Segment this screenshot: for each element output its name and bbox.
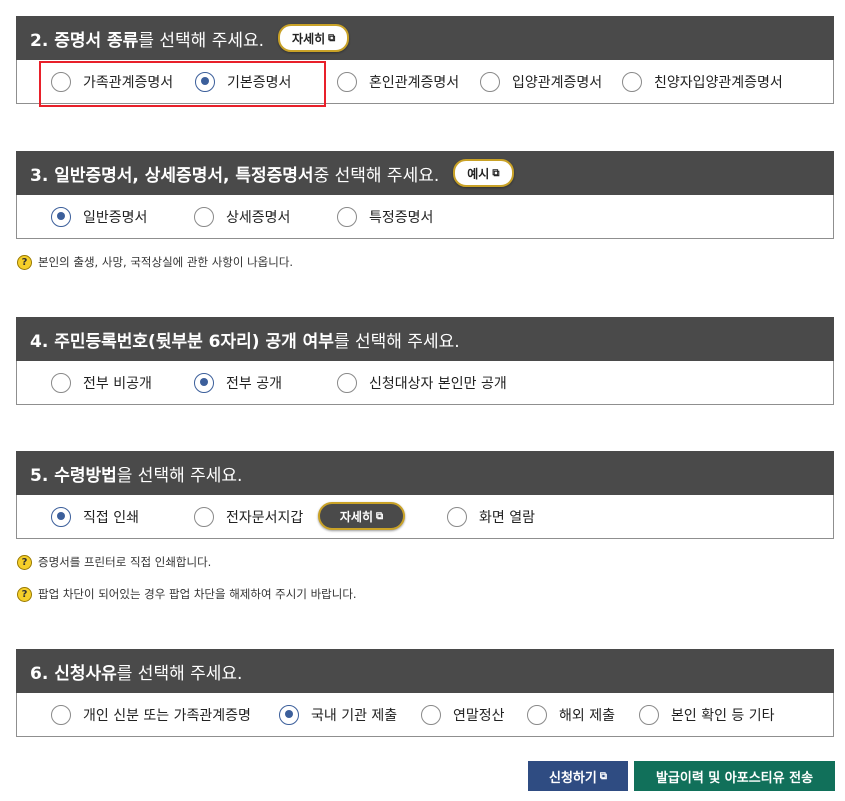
radio-button[interactable] — [51, 206, 71, 227]
details-button-label: 자세히 — [292, 31, 326, 46]
option-full-adoption[interactable]: 친양자입양관계증명서 — [622, 60, 783, 103]
section-header: 3. 일반증명서, 상세증명서, 특정증명서 중 선택해 주세요. 예시 ⧉ — [16, 151, 834, 195]
section-header: 5. 수령방법 을 선택해 주세요. — [16, 451, 834, 495]
option-domestic-institution[interactable]: 국내 기관 제출 — [279, 693, 397, 736]
radio-button[interactable] — [194, 206, 214, 227]
option-adoption[interactable]: 입양관계증명서 — [480, 60, 602, 103]
option-other[interactable]: 본인 확인 등 기타 — [639, 693, 775, 736]
section-title-suffix: 를 선택해 주세요. — [116, 663, 243, 684]
section-reason: 6. 신청사유 를 선택해 주세요. 개인 신분 또는 가족관계증명 국내 기관 … — [16, 649, 834, 737]
section-title: 2. 증명서 종류 — [30, 30, 139, 51]
option-identity-family[interactable]: 개인 신분 또는 가족관계증명 — [51, 693, 251, 736]
radio-button[interactable] — [194, 372, 214, 393]
option-group: 일반증명서 상세증명서 특정증명서 — [16, 195, 834, 239]
option-label: 개인 신분 또는 가족관계증명 — [83, 707, 251, 724]
option-specific[interactable]: 특정증명서 — [337, 195, 433, 238]
radio-button[interactable] — [447, 506, 467, 527]
option-detailed[interactable]: 상세증명서 — [194, 195, 290, 238]
details-button-label: 자세히 — [339, 509, 373, 524]
radio-button[interactable] — [639, 704, 659, 725]
section-header: 6. 신청사유 를 선택해 주세요. — [16, 649, 834, 693]
option-label: 직접 인쇄 — [83, 509, 139, 526]
option-label: 상세증명서 — [226, 209, 291, 226]
option-label: 국내 기관 제출 — [311, 707, 398, 724]
section-title-suffix: 를 선택해 주세요. — [138, 30, 265, 51]
apply-button[interactable]: 신청하기 ⧉ — [528, 761, 628, 791]
option-marriage[interactable]: 혼인관계증명서 — [337, 60, 459, 103]
section-title: 4. 주민등록번호(뒷부분 6자리) 공개 여부 — [30, 331, 334, 352]
option-all-private[interactable]: 전부 비공개 — [51, 361, 152, 404]
example-button[interactable]: 예시 ⧉ — [453, 159, 514, 187]
option-label: 전부 공개 — [226, 375, 282, 392]
option-year-end-tax[interactable]: 연말정산 — [421, 693, 505, 736]
radio-button[interactable] — [51, 704, 71, 725]
option-label: 해외 제출 — [559, 707, 615, 724]
radio-button[interactable] — [337, 372, 357, 393]
section-title-suffix: 을 선택해 주세요. — [116, 465, 243, 486]
apply-button-label: 신청하기 — [549, 770, 597, 786]
example-button-label: 예시 — [467, 166, 490, 181]
radio-button[interactable] — [51, 506, 71, 527]
section-title: 3. 일반증명서, 상세증명서, 특정증명서 — [30, 165, 314, 186]
external-link-icon: ⧉ — [599, 770, 607, 782]
option-label: 연말정산 — [453, 707, 505, 724]
note-text: 증명서를 프린터로 직접 인쇄합니다. — [38, 555, 212, 569]
option-label: 본인 확인 등 기타 — [671, 707, 775, 724]
radio-button[interactable] — [279, 704, 299, 725]
section-header: 2. 증명서 종류 를 선택해 주세요. 자세히 ⧉ — [16, 16, 834, 60]
help-note: ? 팝업 차단이 되어있는 경우 팝업 차단을 해제하여 주시기 바랍니다. — [17, 586, 357, 602]
note-text: 본인의 출생, 사망, 국적상실에 관한 사항이 나옵니다. — [38, 255, 294, 269]
external-link-icon: ⧉ — [328, 32, 336, 44]
section-certificate-detail: 3. 일반증명서, 상세증명서, 특정증명서 중 선택해 주세요. 예시 ⧉ 일반… — [16, 151, 834, 239]
option-overseas[interactable]: 해외 제출 — [527, 693, 615, 736]
history-button-label: 발급이력 및 아포스티유 전송 — [655, 770, 814, 786]
radio-button[interactable] — [51, 372, 71, 393]
option-label: 친양자입양관계증명서 — [654, 74, 783, 91]
radio-button[interactable] — [622, 71, 642, 92]
option-label: 입양관계증명서 — [512, 74, 603, 91]
option-self-only[interactable]: 신청대상자 본인만 공개 — [337, 361, 507, 404]
history-apostille-button[interactable]: 발급이력 및 아포스티유 전송 — [634, 761, 835, 791]
radio-button[interactable] — [337, 206, 357, 227]
radio-button[interactable] — [527, 704, 547, 725]
option-label: 특정증명서 — [369, 209, 434, 226]
note-text: 팝업 차단이 되어있는 경우 팝업 차단을 해제하여 주시기 바랍니다. — [38, 587, 357, 601]
option-group: 직접 인쇄 전자문서지갑 자세히 ⧉ 화면 열람 — [16, 495, 834, 539]
help-note: ? 증명서를 프린터로 직접 인쇄합니다. — [17, 554, 211, 570]
option-all-public[interactable]: 전부 공개 — [194, 361, 282, 404]
option-e-wallet[interactable]: 전자문서지갑 — [194, 495, 303, 538]
option-label: 전부 비공개 — [83, 375, 152, 392]
details-button[interactable]: 자세히 ⧉ — [278, 24, 350, 52]
option-label: 전자문서지갑 — [226, 509, 304, 526]
section-title: 6. 신청사유 — [30, 663, 117, 684]
highlight-box — [39, 61, 326, 107]
option-label: 혼인관계증명서 — [369, 74, 460, 91]
option-screen-view[interactable]: 화면 열람 — [447, 495, 535, 538]
radio-button[interactable] — [421, 704, 441, 725]
option-direct-print[interactable]: 직접 인쇄 — [51, 495, 139, 538]
option-label: 신청대상자 본인만 공개 — [369, 375, 507, 392]
radio-button[interactable] — [480, 71, 500, 92]
external-link-icon: ⧉ — [375, 510, 384, 522]
option-group: 전부 비공개 전부 공개 신청대상자 본인만 공개 — [16, 361, 834, 405]
option-label: 일반증명서 — [83, 209, 148, 226]
question-circle-icon: ? — [17, 554, 32, 570]
details-button[interactable]: 자세히 ⧉ — [318, 502, 405, 530]
option-group: 개인 신분 또는 가족관계증명 국내 기관 제출 연말정산 해외 제출 본인 확… — [16, 693, 834, 737]
section-header: 4. 주민등록번호(뒷부분 6자리) 공개 여부 를 선택해 주세요. — [16, 317, 834, 361]
section-resident-number: 4. 주민등록번호(뒷부분 6자리) 공개 여부 를 선택해 주세요. 전부 비공… — [16, 317, 834, 405]
option-general[interactable]: 일반증명서 — [51, 195, 147, 238]
help-note: ? 본인의 출생, 사망, 국적상실에 관한 사항이 나옵니다. — [17, 254, 293, 270]
external-link-icon: ⧉ — [492, 167, 500, 179]
radio-button[interactable] — [337, 71, 357, 92]
option-label: 화면 열람 — [479, 509, 535, 526]
section-title-suffix: 중 선택해 주세요. — [313, 165, 440, 186]
question-circle-icon: ? — [17, 586, 32, 602]
radio-button[interactable] — [194, 506, 214, 527]
section-title: 5. 수령방법 — [30, 465, 117, 486]
section-receive-method: 5. 수령방법 을 선택해 주세요. 직접 인쇄 전자문서지갑 자세히 ⧉ 화면 열… — [16, 451, 834, 539]
question-circle-icon: ? — [17, 254, 32, 270]
section-title-suffix: 를 선택해 주세요. — [333, 331, 460, 352]
